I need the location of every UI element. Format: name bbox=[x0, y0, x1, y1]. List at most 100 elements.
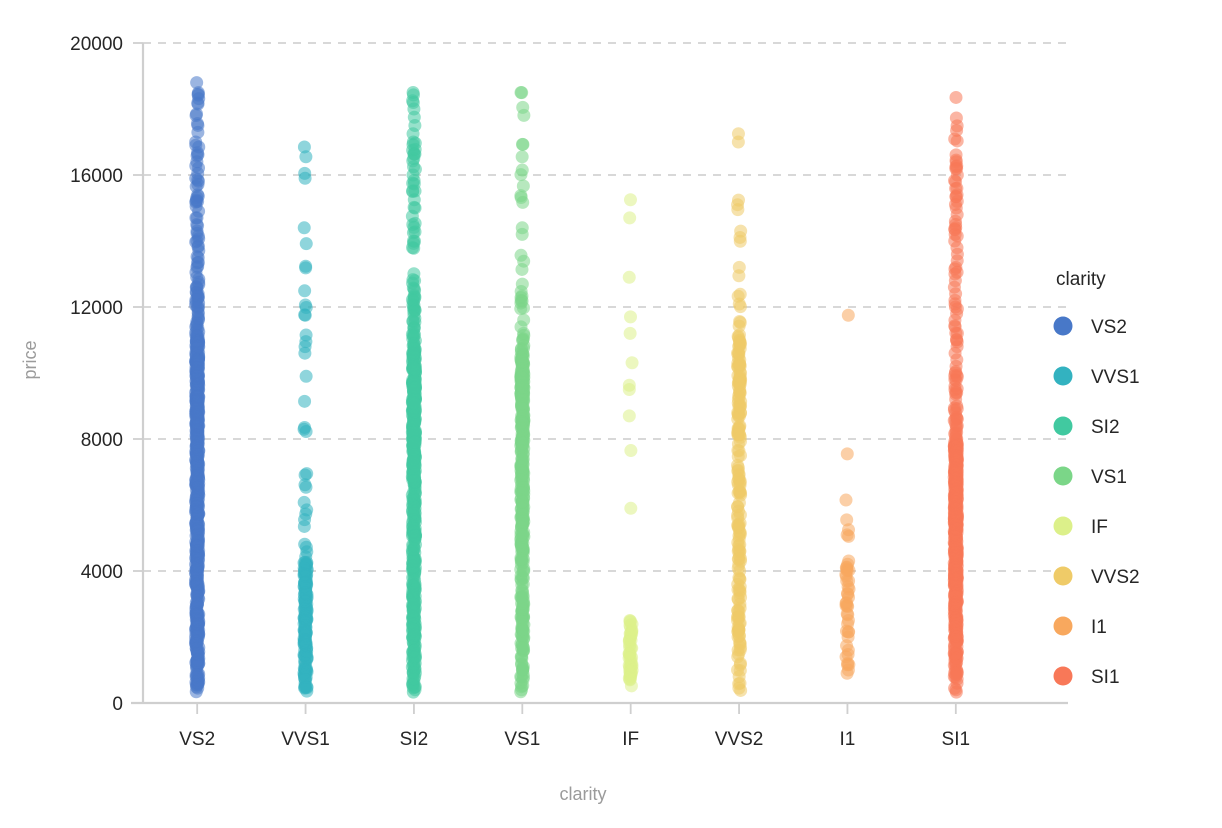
data-point bbox=[298, 346, 312, 360]
data-point bbox=[732, 677, 746, 691]
data-point bbox=[189, 505, 203, 519]
data-point bbox=[949, 627, 963, 641]
data-point bbox=[514, 302, 528, 316]
data-point bbox=[623, 326, 637, 340]
data-point bbox=[949, 162, 963, 176]
data-point bbox=[299, 609, 313, 623]
data-point bbox=[515, 436, 529, 450]
data-point bbox=[948, 572, 962, 586]
data-point bbox=[732, 319, 746, 333]
legend-label-IF[interactable]: IF bbox=[1091, 517, 1108, 538]
data-point bbox=[842, 554, 856, 568]
data-point bbox=[408, 628, 422, 642]
data-point bbox=[407, 200, 421, 214]
data-point bbox=[947, 502, 961, 516]
legend-entries: VS2 VVS1 SI2 VS1 IF VVS2 I1 SI1 bbox=[1053, 316, 1140, 688]
legend-label-VVS1[interactable]: VVS1 bbox=[1091, 367, 1140, 388]
data-point bbox=[624, 444, 638, 458]
data-point bbox=[191, 577, 205, 591]
data-point bbox=[190, 428, 204, 442]
series-VS1 bbox=[514, 86, 531, 699]
data-point bbox=[515, 393, 529, 407]
data-point bbox=[192, 641, 206, 655]
tick-marks bbox=[133, 42, 957, 714]
legend-marker-VS2[interactable] bbox=[1053, 316, 1073, 336]
legend-label-VS1[interactable]: VS1 bbox=[1091, 467, 1127, 488]
data-point bbox=[514, 248, 528, 262]
data-point bbox=[515, 596, 529, 610]
data-point bbox=[408, 555, 422, 569]
legend-label-VVS2[interactable]: VVS2 bbox=[1091, 567, 1140, 588]
data-point bbox=[192, 161, 206, 175]
data-point bbox=[731, 428, 745, 442]
data-point bbox=[407, 604, 421, 618]
data-point bbox=[191, 178, 205, 192]
data-point bbox=[189, 194, 203, 208]
data-point bbox=[949, 373, 963, 387]
legend-marker-IF[interactable] bbox=[1053, 516, 1073, 536]
data-point bbox=[733, 300, 747, 314]
y-tick-label: 4000 bbox=[81, 562, 123, 583]
data-point bbox=[192, 278, 206, 292]
data-point bbox=[732, 467, 746, 481]
data-point bbox=[189, 612, 203, 626]
data-point bbox=[517, 564, 531, 578]
data-point bbox=[191, 256, 205, 270]
legend-label-VS2[interactable]: VS2 bbox=[1091, 317, 1127, 338]
data-point bbox=[191, 677, 205, 691]
data-point bbox=[406, 96, 420, 110]
x-tick-label: SI2 bbox=[400, 729, 429, 750]
scatter-plot-canvas: 0 4000 8000 12000 16000 20000 VS2 VVS1 SI2 VS1 IF… bbox=[20, 34, 1140, 804]
legend-marker-VVS2[interactable] bbox=[1053, 566, 1073, 586]
data-point bbox=[298, 171, 312, 185]
data-point bbox=[192, 390, 206, 404]
series-VS2 bbox=[189, 76, 206, 699]
data-point bbox=[190, 597, 204, 611]
data-point bbox=[515, 486, 529, 500]
data-point bbox=[408, 381, 422, 395]
data-point bbox=[299, 540, 313, 554]
data-point bbox=[408, 505, 422, 519]
data-point bbox=[732, 269, 746, 283]
legend-label-I1[interactable]: I1 bbox=[1091, 617, 1107, 638]
data-point bbox=[948, 132, 962, 146]
data-point bbox=[515, 227, 529, 241]
legend-marker-SI2[interactable] bbox=[1053, 416, 1073, 436]
data-point bbox=[299, 480, 313, 494]
data-point bbox=[297, 592, 311, 606]
data-point bbox=[732, 390, 746, 404]
data-point bbox=[514, 464, 528, 478]
data-point bbox=[949, 387, 963, 401]
axis-spines bbox=[131, 43, 1068, 705]
legend-marker-VS1[interactable] bbox=[1053, 466, 1073, 486]
data-point bbox=[298, 394, 312, 408]
data-point bbox=[409, 529, 423, 543]
data-point bbox=[406, 665, 420, 679]
data-point bbox=[514, 528, 528, 542]
data-point bbox=[515, 353, 529, 367]
data-point bbox=[840, 447, 854, 461]
data-point bbox=[624, 501, 638, 515]
data-point bbox=[948, 297, 962, 311]
data-point bbox=[732, 193, 745, 207]
data-point bbox=[841, 308, 855, 322]
data-point bbox=[298, 660, 312, 674]
data-point bbox=[297, 561, 311, 575]
data-point bbox=[191, 412, 205, 426]
data-point bbox=[191, 528, 205, 542]
legend-label-SI1[interactable]: SI1 bbox=[1091, 667, 1120, 688]
data-point bbox=[298, 468, 312, 482]
data-point bbox=[191, 146, 205, 160]
legend-marker-VVS1[interactable] bbox=[1053, 366, 1073, 386]
data-point bbox=[516, 452, 530, 466]
data-point bbox=[189, 564, 203, 578]
data-point bbox=[622, 409, 636, 423]
data-point bbox=[297, 221, 311, 235]
data-point bbox=[948, 596, 962, 610]
data-point bbox=[299, 237, 313, 251]
legend-label-SI2[interactable]: SI2 bbox=[1091, 417, 1120, 438]
legend-marker-I1[interactable] bbox=[1053, 616, 1073, 636]
legend-marker-SI1[interactable] bbox=[1053, 666, 1073, 686]
data-point bbox=[949, 90, 963, 104]
data-point bbox=[734, 224, 748, 238]
